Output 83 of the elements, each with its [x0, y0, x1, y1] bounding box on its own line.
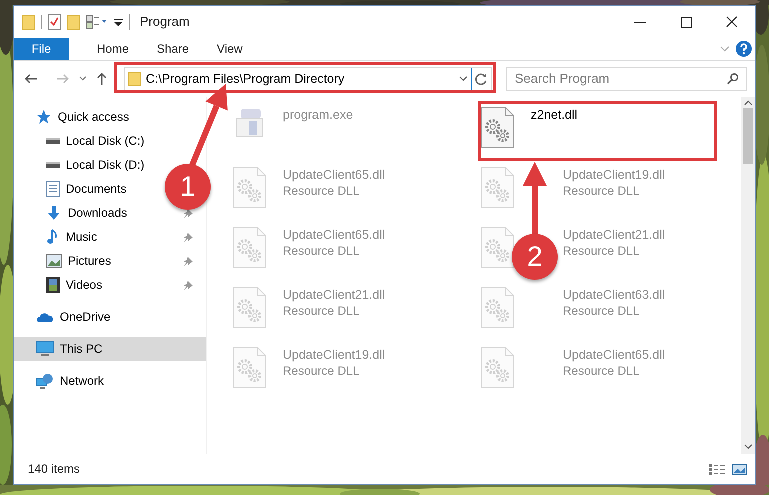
file-name: program.exe [283, 107, 354, 123]
maximize-icon [680, 16, 692, 28]
sidebar-item[interactable]: Videos [14, 273, 206, 297]
drive-icon [46, 138, 60, 144]
file-type: Resource DLL [283, 243, 361, 259]
details-view-icon [709, 462, 726, 476]
film-icon [46, 277, 60, 293]
sidebar-item[interactable]: Pictures [14, 249, 206, 273]
properties-icon[interactable] [48, 14, 61, 30]
file-name: UpdateClient19.dll [283, 347, 386, 363]
star-icon [36, 109, 52, 125]
view-icon[interactable] [86, 15, 108, 29]
folder-icon [22, 14, 35, 30]
scrollbar[interactable] [741, 97, 755, 454]
file-name: UpdateClient21.dll [563, 227, 666, 243]
music-note-icon [46, 229, 60, 245]
pin-icon[interactable] [183, 208, 194, 218]
gear-file-icon [481, 287, 515, 329]
file-type: Resource DLL [283, 183, 361, 199]
file-type: Resource DLL [563, 183, 641, 199]
scroll-thumb[interactable] [743, 108, 753, 164]
picture-icon [46, 254, 62, 268]
search-icon [727, 73, 739, 85]
help-icon[interactable] [736, 41, 752, 57]
window-title: Program [140, 13, 190, 32]
sidebar-item[interactable]: Quick access [14, 105, 134, 129]
ribbon-tab[interactable]: Share [143, 38, 204, 60]
sidebar-item[interactable]: Network [14, 369, 108, 393]
sidebar-item[interactable]: Documents [14, 177, 131, 201]
download-arrow-icon [46, 205, 62, 221]
pin-icon[interactable] [183, 256, 194, 266]
address-bar[interactable]: C:\Program Files\Program Directory [124, 67, 492, 91]
file-name: UpdateClient65.dll [283, 167, 386, 183]
file-name: UpdateClient65.dll [563, 347, 666, 363]
pin-icon[interactable] [183, 232, 194, 242]
scroll-up-icon[interactable] [744, 100, 752, 106]
monitor-icon [36, 341, 54, 357]
sidebar-item[interactable]: Local Disk (D:) [14, 153, 149, 177]
sidebar-item[interactable]: This PC [14, 337, 206, 361]
file-type: Resource DLL [563, 303, 641, 319]
file-name: UpdateClient65.dll [283, 227, 386, 243]
close-icon [726, 16, 738, 28]
gear-file-icon [233, 227, 267, 269]
pin-icon[interactable] [183, 280, 194, 290]
file-name: UpdateClient63.dll [563, 287, 666, 303]
document-icon [46, 181, 60, 197]
file-type: Resource DLL [563, 363, 641, 379]
scroll-down-icon[interactable] [744, 444, 752, 450]
folder-icon [128, 71, 142, 87]
gear-file-icon [233, 167, 267, 209]
sidebar-item[interactable]: Music [14, 225, 206, 249]
dropdown-icon [458, 76, 468, 82]
gear-file-icon [233, 287, 267, 329]
search-field[interactable]: Search Program [506, 67, 747, 91]
back-button[interactable] [24, 73, 38, 85]
customize-icon[interactable] [114, 18, 123, 26]
gear-file-icon [233, 347, 267, 389]
expand-ribbon-icon[interactable] [720, 46, 730, 52]
file-name: UpdateClient21.dll [283, 287, 386, 303]
network-icon [36, 373, 54, 389]
ribbon-tab[interactable]: View [203, 38, 257, 60]
gear-file-icon [481, 227, 515, 269]
file-item[interactable]: z2net.dll [477, 105, 725, 165]
large-icons-view-icon [732, 462, 747, 476]
drive-icon [46, 162, 60, 168]
gear-file-icon [481, 347, 515, 389]
file-name: z2net.dll [531, 107, 578, 123]
cloud-icon [36, 311, 54, 323]
gear-file-icon [481, 167, 515, 209]
file-name: UpdateClient19.dll [563, 167, 666, 183]
ribbon-tab[interactable]: Home [83, 38, 144, 60]
recent-locations-button[interactable] [79, 76, 87, 82]
file-type: Resource DLL [283, 363, 361, 379]
sidebar-item[interactable]: OneDrive [14, 305, 115, 329]
file-type: Resource DLL [283, 303, 361, 319]
item-count: 140 items [28, 461, 80, 478]
file-type: Resource DLL [563, 243, 641, 259]
sidebar-item[interactable]: Local Disk (C:) [14, 129, 149, 153]
ribbon-tab[interactable]: File [14, 38, 69, 60]
up-button[interactable] [96, 72, 108, 86]
large-icons-view-button[interactable] [732, 462, 747, 476]
details-view-button[interactable] [709, 462, 726, 476]
gear-file-icon [481, 107, 515, 149]
